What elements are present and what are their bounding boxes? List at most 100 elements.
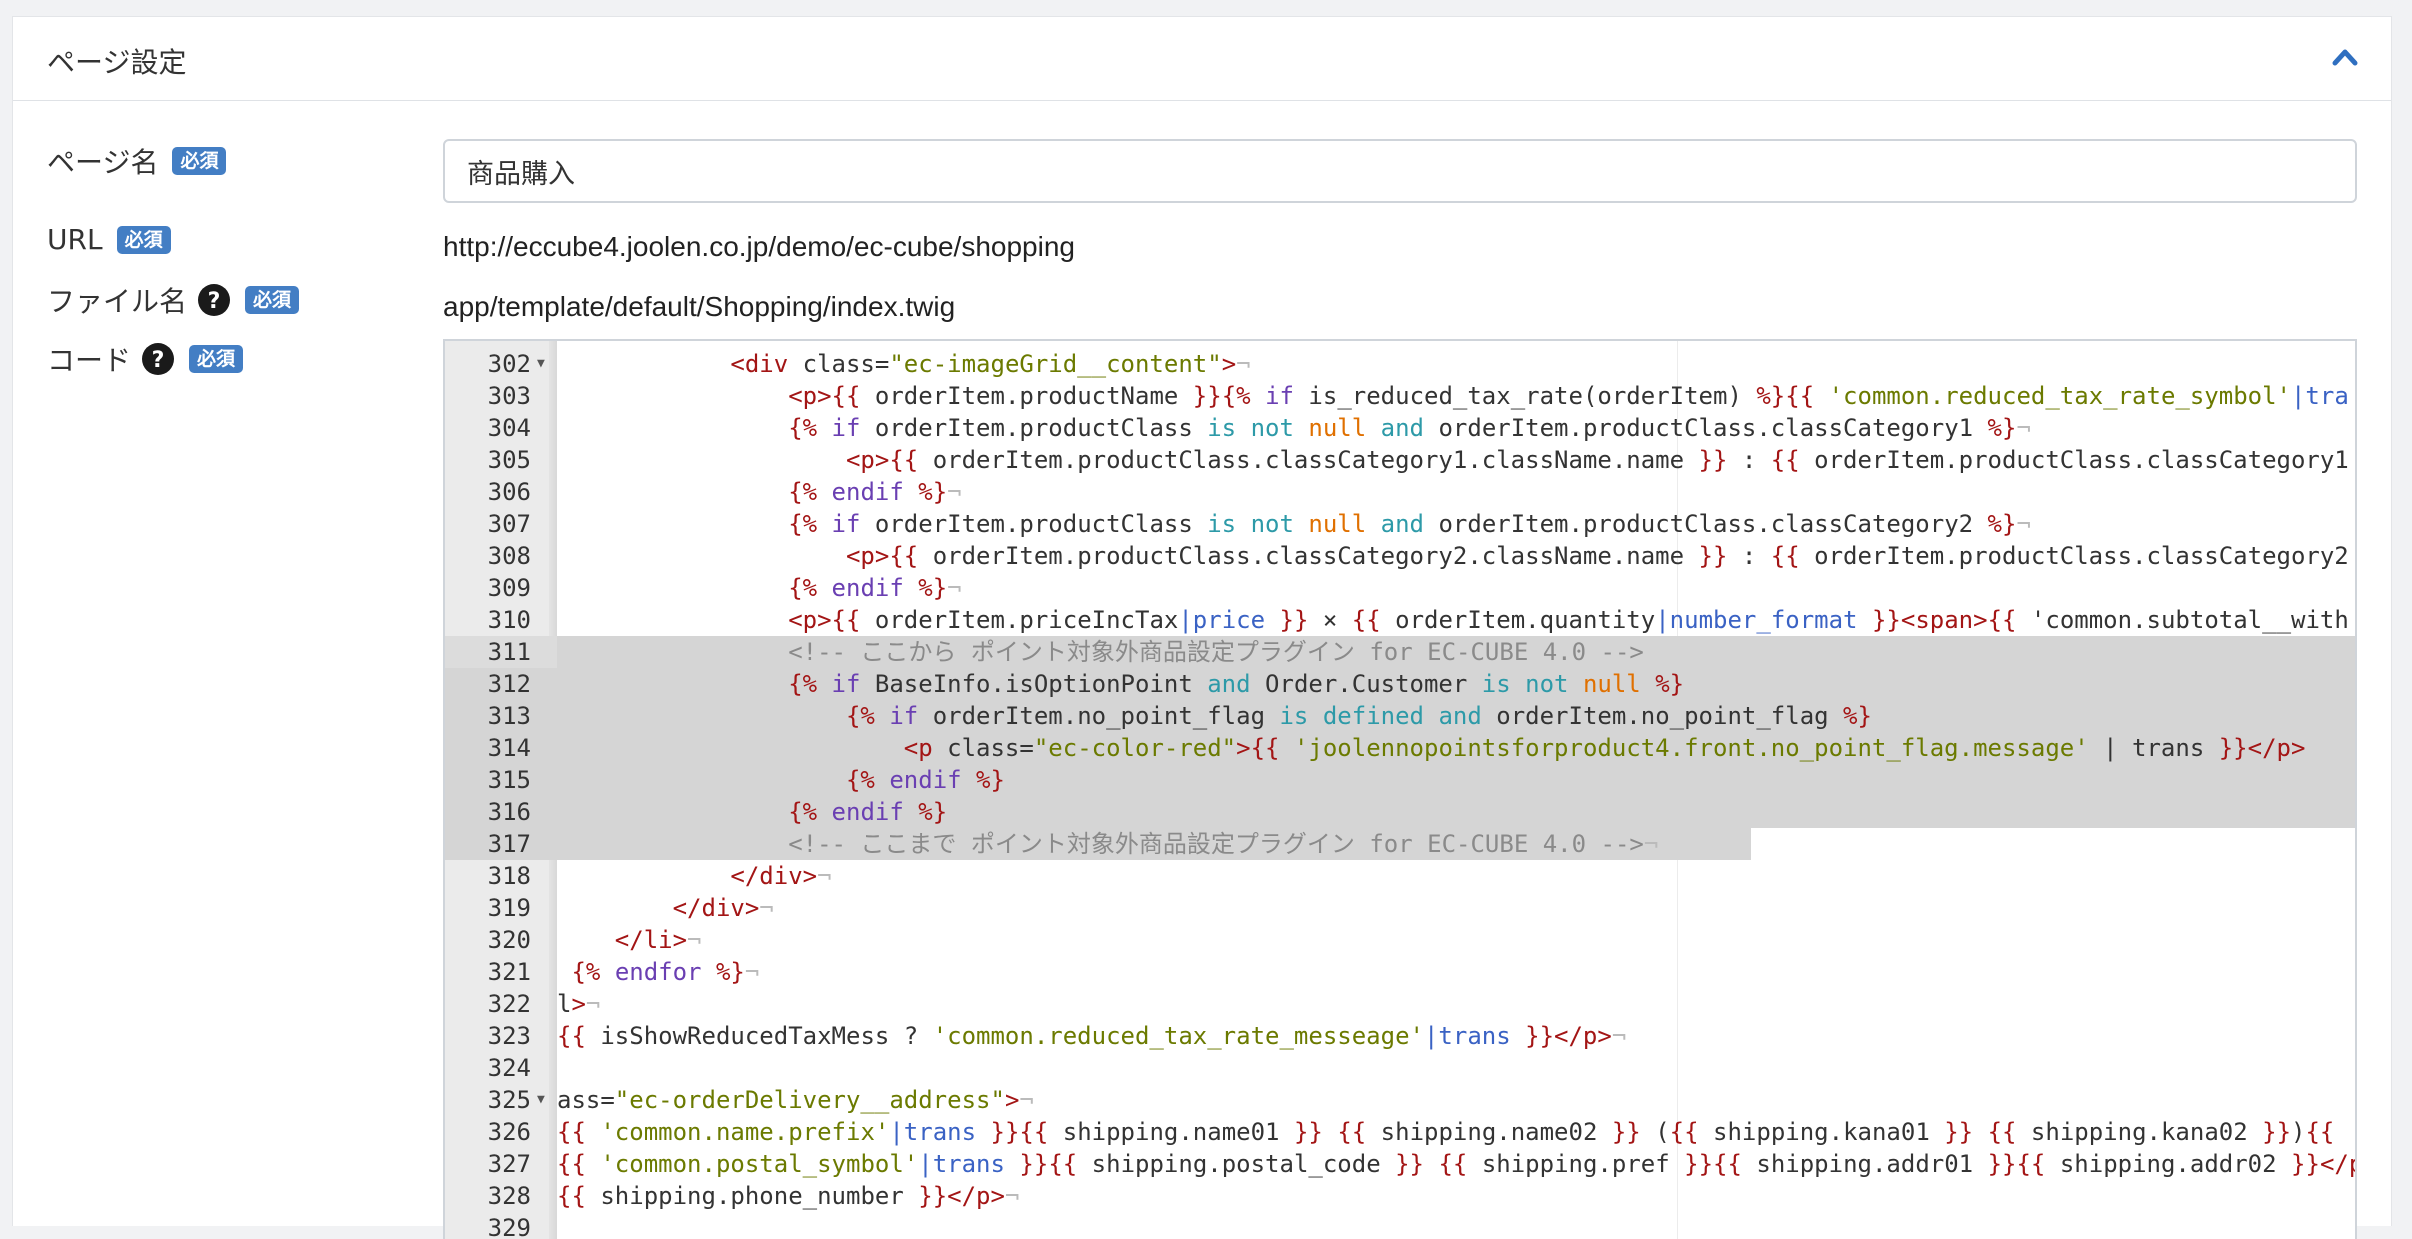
code-line[interactable]: 315 {% endif %} xyxy=(445,764,2355,796)
page-name-label-text: ページ名 xyxy=(47,146,159,179)
code-line[interactable]: 319 </div>¬ xyxy=(445,892,2355,924)
code-line[interactable]: 325 ▼ ass="ec-orderDelivery__address">¬ xyxy=(445,1084,2355,1116)
code-text: <p class="ec-color-red">{{ 'joolennopoin… xyxy=(903,734,2306,762)
code-line[interactable]: 304 {% if orderItem.productClass is not … xyxy=(445,412,2355,444)
line-number: 322 xyxy=(487,990,531,1018)
svg-text:?: ? xyxy=(208,289,221,314)
svg-text:?: ? xyxy=(152,348,165,373)
code-line[interactable]: 324 xyxy=(445,1052,2355,1084)
code-line[interactable]: 303 <p>{{ orderItem.productName }}{% if … xyxy=(445,380,2355,412)
code-text: {% endif %}¬ xyxy=(788,478,962,506)
code-line[interactable]: 327 {{ 'common.postal_symbol'|trans }}{{ … xyxy=(445,1148,2355,1180)
code-text: <!-- ここまで ポイント対象外商品設定プラグイン for EC-CUBE 4… xyxy=(557,830,1659,858)
help-icon[interactable]: ? xyxy=(197,283,231,317)
code-text: {{ shipping.phone_number }}</p>¬ xyxy=(557,1182,1020,1210)
code-line[interactable]: 323 {{ isShowReducedTaxMess ? 'common.red… xyxy=(445,1020,2355,1052)
code-line[interactable]: 308 <p>{{ orderItem.productClass.classCa… xyxy=(445,540,2355,572)
code-line[interactable]: 318 </div>¬ xyxy=(445,860,2355,892)
code-text: {% if orderItem.productClass is not null… xyxy=(788,510,2031,538)
code-line[interactable]: 314 <p class="ec-color-red">{{ 'joolenno… xyxy=(445,732,2355,764)
line-number: 311 xyxy=(487,638,531,666)
line-number: 310 xyxy=(487,606,531,634)
line-number: 326 xyxy=(487,1118,531,1146)
code-line[interactable]: 329 xyxy=(445,1212,2355,1239)
fold-arrow-icon[interactable]: ▼ xyxy=(537,348,545,380)
card-header[interactable]: ページ設定 xyxy=(13,17,2391,101)
code-text: {{ 'common.name.prefix'|trans }}{{ shipp… xyxy=(557,1118,2355,1146)
code-text: <p>{{ orderItem.productClass.classCatego… xyxy=(845,542,2349,570)
file-name-label-text: ファイル名 xyxy=(47,285,188,318)
code-line[interactable]: 322 l>¬ xyxy=(445,988,2355,1020)
code-line[interactable]: 307 {% if orderItem.productClass is not … xyxy=(445,508,2355,540)
code-line[interactable]: 320 </li>¬ xyxy=(445,924,2355,956)
code-text: {% endif %} xyxy=(788,798,948,826)
required-badge: 必須 xyxy=(116,225,171,254)
page-name-input[interactable] xyxy=(443,139,2357,203)
line-number: 320 xyxy=(487,926,531,954)
required-badge: 必須 xyxy=(245,286,300,314)
line-number: 309 xyxy=(487,574,531,602)
line-number: 328 xyxy=(487,1182,531,1210)
file-name-label: ファイル名 ? 必須 xyxy=(47,280,300,320)
code-text: {{ 'common.postal_symbol'|trans }}{{ shi… xyxy=(557,1150,2355,1178)
code-line[interactable]: 321 {% endfor %}¬ xyxy=(445,956,2355,988)
chevron-up-icon[interactable] xyxy=(2325,37,2365,77)
line-number: 306 xyxy=(487,478,531,506)
code-text: ass="ec-orderDelivery__address">¬ xyxy=(557,1086,1034,1114)
code-text: <!-- ここから ポイント対象外商品設定プラグイン for EC-CUBE 4… xyxy=(557,638,1644,666)
line-number: 323 xyxy=(487,1022,531,1050)
code-line[interactable]: 311 <!-- ここから ポイント対象外商品設定プラグイン for EC-CU… xyxy=(445,636,2355,668)
code-text: <p>{{ orderItem.productClass.classCatego… xyxy=(845,446,2349,474)
line-number: 319 xyxy=(487,894,531,922)
code-text: </li>¬ xyxy=(614,926,702,954)
line-number: 303 xyxy=(487,382,531,410)
code-text: l>¬ xyxy=(557,990,601,1018)
code-text: {% endif %}¬ xyxy=(788,574,962,602)
line-number: 302 xyxy=(487,350,531,378)
fold-arrow-icon[interactable]: ▼ xyxy=(537,1084,545,1116)
code-line[interactable]: 305 <p>{{ orderItem.productClass.classCa… xyxy=(445,444,2355,476)
code-line[interactable]: 306 {% endif %}¬ xyxy=(445,476,2355,508)
page-settings-card: ページ設定 ページ名 必須 URL 必須 http://eccube4.jool… xyxy=(12,16,2392,1239)
code-lines[interactable]: 302 ▼ <div class="ec-imageGrid__content">… xyxy=(445,348,2355,1239)
code-text: </div>¬ xyxy=(672,894,774,922)
code-text: {% endfor %}¬ xyxy=(571,958,760,986)
url-label: URL 必須 xyxy=(47,223,171,256)
line-number: 324 xyxy=(487,1054,531,1082)
line-number: 329 xyxy=(487,1214,531,1239)
code-text: {{ isShowReducedTaxMess ? 'common.reduce… xyxy=(557,1022,1627,1050)
code-line[interactable]: 310 <p>{{ orderItem.priceIncTax|price }}… xyxy=(445,604,2355,636)
file-name-value: app/template/default/Shopping/index.twig xyxy=(443,291,956,322)
line-number: 308 xyxy=(487,542,531,570)
line-number: 317 xyxy=(487,830,531,858)
url-value: http://eccube4.joolen.co.jp/demo/ec-cube… xyxy=(443,231,1075,262)
line-number: 312 xyxy=(487,670,531,698)
code-text: </div>¬ xyxy=(730,862,832,890)
code-text: {% if BaseInfo.isOptionPoint and Order.C… xyxy=(788,670,1685,698)
line-number: 316 xyxy=(487,798,531,826)
code-line[interactable]: 326 {{ 'common.name.prefix'|trans }}{{ sh… xyxy=(445,1116,2355,1148)
line-number: 305 xyxy=(487,446,531,474)
line-number: 304 xyxy=(487,414,531,442)
section-title: ページ設定 xyxy=(47,46,187,79)
code-line[interactable]: 316 {% endif %} xyxy=(445,796,2355,828)
code-editor[interactable]: 302 ▼ <div class="ec-imageGrid__content">… xyxy=(443,339,2357,1239)
line-number: 314 xyxy=(487,734,531,762)
required-badge: 必須 xyxy=(189,345,244,373)
code-line[interactable]: 317 <!-- ここまで ポイント対象外商品設定プラグイン for EC-CU… xyxy=(445,828,2355,860)
help-icon[interactable]: ? xyxy=(141,342,175,376)
code-label: コード ? 必須 xyxy=(47,339,244,379)
line-number: 313 xyxy=(487,702,531,730)
code-line[interactable]: 313 {% if orderItem.no_point_flag is def… xyxy=(445,700,2355,732)
code-line[interactable]: 302 ▼ <div class="ec-imageGrid__content">… xyxy=(445,348,2355,380)
code-line[interactable]: 312 {% if BaseInfo.isOptionPoint and Ord… xyxy=(445,668,2355,700)
code-label-text: コード xyxy=(47,344,132,377)
code-line[interactable]: 328 {{ shipping.phone_number }}</p>¬ xyxy=(445,1180,2355,1212)
code-text: {% endif %} xyxy=(845,766,1005,794)
line-number: 325 xyxy=(487,1086,531,1114)
page-name-label: ページ名 必須 xyxy=(47,141,227,181)
code-text: <div class="ec-imageGrid__content">¬ xyxy=(730,350,1251,378)
required-badge: 必須 xyxy=(172,147,227,175)
code-line[interactable]: 309 {% endif %}¬ xyxy=(445,572,2355,604)
line-number: 327 xyxy=(487,1150,531,1178)
